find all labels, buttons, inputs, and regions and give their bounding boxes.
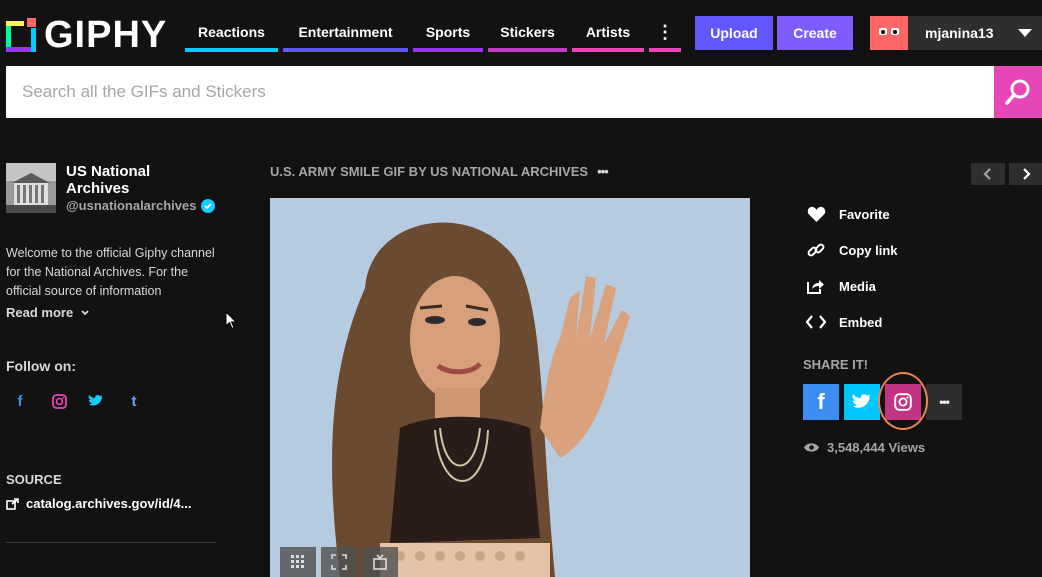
nav-more-button[interactable]: ⋮	[649, 16, 681, 52]
channel-description: Welcome to the official Giphy channel fo…	[6, 246, 215, 298]
link-icon	[807, 243, 825, 257]
grid-icon	[291, 555, 304, 568]
gif-picture	[270, 198, 750, 577]
gif-more-button[interactable]: •••	[597, 164, 609, 179]
search-button[interactable]	[994, 66, 1042, 118]
source-label: SOURCE	[6, 472, 62, 487]
nav-entertainment[interactable]: Entertainment	[283, 16, 408, 52]
fullscreen-icon	[331, 554, 347, 570]
user-menu[interactable]: mjanina13	[870, 16, 1042, 50]
embed-label: Embed	[839, 314, 883, 330]
grid-view-button[interactable]	[280, 547, 316, 577]
fullscreen-button[interactable]	[321, 547, 357, 577]
gif-image[interactable]	[270, 198, 750, 577]
share-it-label: SHARE IT!	[803, 357, 868, 372]
follow-on-label: Follow on:	[6, 358, 76, 374]
copy-link-button[interactable]: Copy link	[806, 240, 898, 260]
upload-button[interactable]: Upload	[695, 16, 773, 50]
twitter-link[interactable]	[87, 392, 105, 410]
facebook-link[interactable]: f	[11, 392, 29, 410]
nav-stickers[interactable]: Stickers	[488, 16, 567, 52]
instagram-link[interactable]	[50, 392, 68, 410]
share-twitter-button[interactable]	[844, 384, 880, 420]
search-icon	[1005, 79, 1030, 105]
code-icon	[806, 315, 826, 329]
external-link-icon	[6, 497, 19, 510]
read-more-link[interactable]: Read more	[6, 305, 90, 320]
tumblr-icon: t	[131, 392, 137, 410]
copy-link-label: Copy link	[839, 242, 898, 258]
gif-title-row: U.S. ARMY SMILE GIF BY US NATIONAL ARCHI…	[270, 164, 609, 179]
channel-name[interactable]: US National Archives	[66, 163, 206, 197]
more-vertical-icon: ⋮	[656, 21, 674, 42]
share-arrow-icon	[807, 280, 824, 294]
nav-label: Artists	[585, 24, 631, 40]
instagram-icon	[51, 393, 67, 409]
twitter-icon	[852, 394, 871, 408]
media-button[interactable]: Media	[806, 276, 876, 296]
channel-handle[interactable]: @usnationalarchives	[66, 198, 196, 213]
tv-icon	[373, 554, 387, 570]
source-link[interactable]: catalog.archives.gov/id/4...	[6, 496, 191, 511]
views-label: 3,548,444 Views	[827, 440, 926, 455]
previous-gif-button[interactable]	[971, 163, 1005, 185]
giphy-logo[interactable]: GIPHY	[6, 14, 168, 56]
nav-label: Reactions	[198, 24, 265, 40]
nav-label: Sports	[425, 24, 471, 40]
verified-icon	[201, 198, 216, 213]
logo-text: GIPHY	[44, 14, 168, 56]
archives-building-image	[6, 163, 56, 213]
media-label: Media	[839, 278, 876, 294]
nav-sports[interactable]: Sports	[413, 16, 483, 52]
chevron-down-icon	[81, 310, 89, 316]
share-facebook-button[interactable]: f	[803, 384, 839, 420]
nav-label: Entertainment	[298, 24, 393, 40]
tumblr-link[interactable]: t	[125, 392, 143, 410]
gif-title: U.S. ARMY SMILE GIF BY US NATIONAL ARCHI…	[270, 164, 589, 179]
read-more-label: Read more	[6, 305, 74, 320]
search-input[interactable]	[6, 81, 924, 103]
tv-mode-button[interactable]	[362, 547, 398, 577]
favorite-button[interactable]: Favorite	[806, 204, 890, 224]
source-link-text: catalog.archives.gov/id/4...	[26, 496, 192, 511]
nav-artists[interactable]: Artists	[572, 16, 644, 52]
facebook-icon: f	[817, 389, 825, 414]
share-instagram-button[interactable]	[885, 384, 921, 420]
next-gif-button[interactable]	[1009, 163, 1042, 185]
chevron-left-icon	[983, 168, 991, 180]
chevron-down-icon	[1018, 29, 1032, 37]
chevron-right-icon	[1023, 168, 1031, 180]
create-button[interactable]: Create	[777, 16, 853, 50]
embed-button[interactable]: Embed	[806, 312, 882, 332]
eye-icon	[804, 443, 819, 452]
search-bar	[6, 66, 994, 118]
heart-icon	[807, 206, 825, 222]
share-more-button[interactable]: •••	[926, 384, 962, 420]
channel-handle-row: @usnationalarchives	[66, 198, 216, 213]
nav-reactions[interactable]: Reactions	[185, 16, 278, 52]
facebook-icon: f	[17, 392, 23, 410]
divider	[6, 542, 216, 543]
giphy-logo-icon	[6, 18, 36, 52]
twitter-icon	[88, 394, 103, 406]
favorite-label: Favorite	[839, 206, 890, 222]
instagram-icon	[894, 393, 912, 411]
username: mjanina13	[925, 25, 994, 41]
mouse-cursor-icon	[225, 311, 237, 330]
channel-avatar[interactable]	[6, 163, 56, 213]
views-count: 3,548,444 Views	[803, 440, 925, 455]
avatar	[870, 16, 908, 50]
more-horizontal-icon: •••	[939, 395, 950, 409]
nav-label: Stickers	[500, 24, 555, 40]
